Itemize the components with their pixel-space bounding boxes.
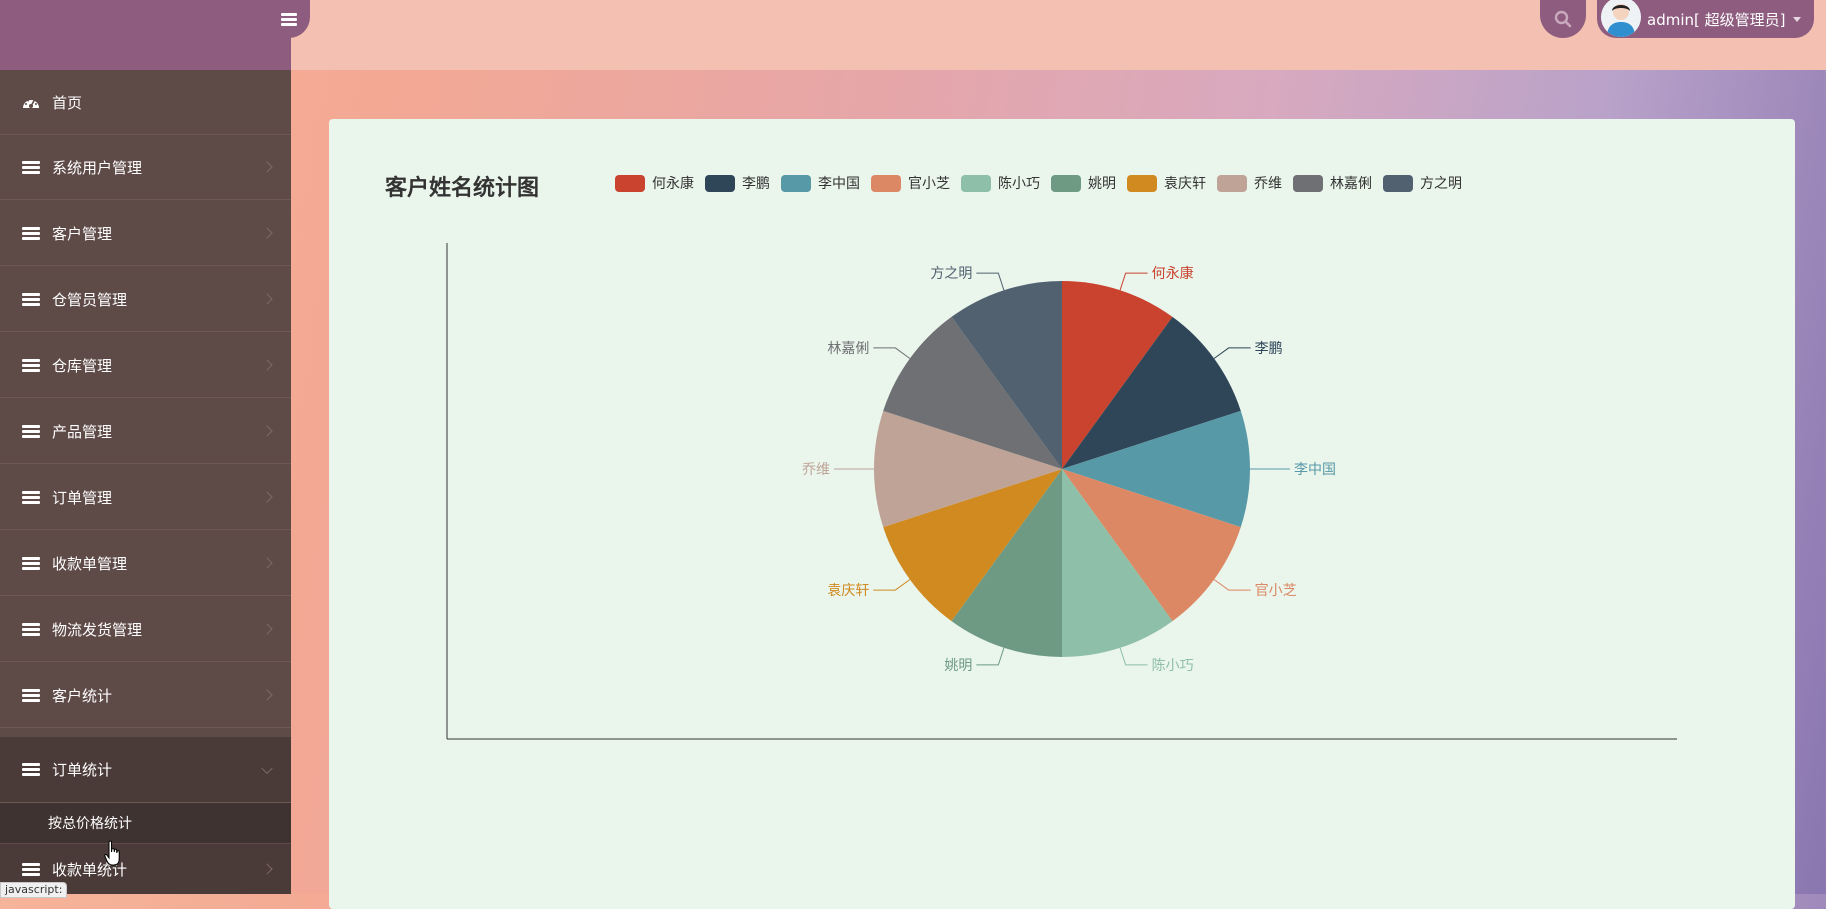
pie-label-line [1119,272,1148,291]
pie-label: 林嘉俐 [827,341,869,357]
pie-label: 李鹏 [1255,341,1283,357]
pie-label: 李中国 [1294,462,1336,478]
pie-label: 姚明 [944,658,972,674]
pie-chart: 何永康李鹏李中国官小芝陈小巧 姚明 袁庆轩 乔维 林嘉俐 方之明 [446,243,1677,740]
pie-label: 官小芝 [1255,583,1297,599]
pie-label: 袁庆轩 [827,583,869,599]
pie-label: 乔维 [802,462,830,478]
pie-label-line [873,579,911,591]
pie-label-line [976,647,1005,666]
pie-label-line [1213,347,1251,359]
pie-label: 何永康 [1152,265,1194,282]
pie-label-line [873,347,911,359]
pie-label-line [976,272,1005,291]
pie-label: 陈小巧 [1152,657,1194,674]
pie-label-line [1213,579,1251,591]
pie-label-line [1119,647,1148,666]
pie-label: 方之明 [930,266,972,282]
